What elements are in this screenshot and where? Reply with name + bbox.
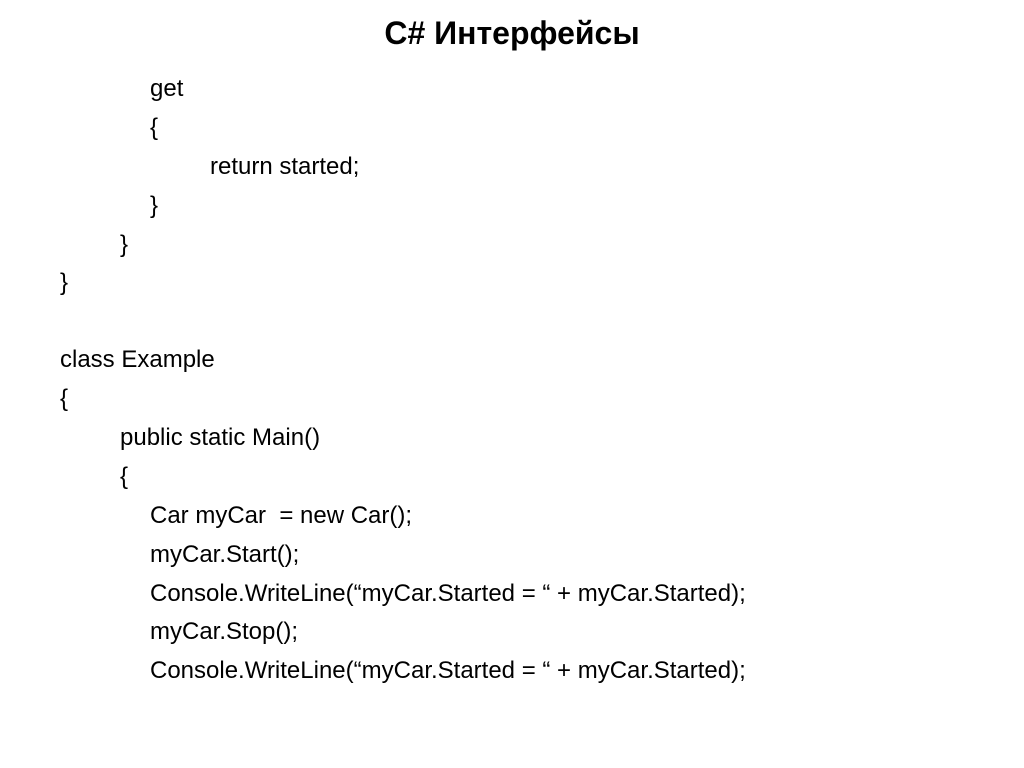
slide-title: C# Интерфейсы <box>60 15 964 52</box>
code-line: { <box>60 380 964 419</box>
code-line: get <box>60 70 964 109</box>
code-line: public static Main() <box>60 419 964 458</box>
code-line: Console.WriteLine(“myCar.Started = “ + m… <box>60 652 964 691</box>
code-line: { <box>60 458 964 497</box>
code-line: } <box>60 187 964 226</box>
code-line: Console.WriteLine(“myCar.Started = “ + m… <box>60 575 964 614</box>
code-line: myCar.Stop(); <box>60 613 964 652</box>
code-line: } <box>60 264 964 303</box>
code-line: } <box>60 226 964 265</box>
blank-line <box>60 303 964 341</box>
code-line: Car myCar = new Car(); <box>60 497 964 536</box>
code-line: { <box>60 109 964 148</box>
code-line: return started; <box>60 148 964 187</box>
code-block: get { return started; } } } class Exampl… <box>60 70 964 691</box>
code-line: myCar.Start(); <box>60 536 964 575</box>
code-line: class Example <box>60 341 964 380</box>
